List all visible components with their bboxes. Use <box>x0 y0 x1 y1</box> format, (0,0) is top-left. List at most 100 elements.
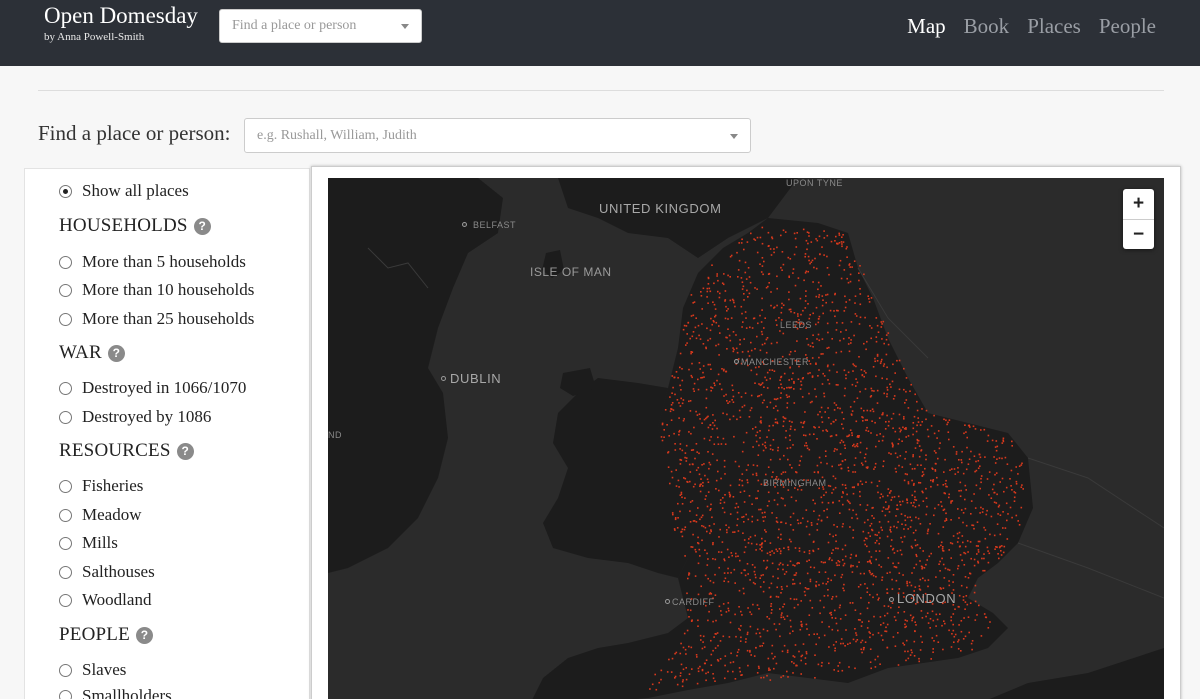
radio-button[interactable] <box>59 536 72 550</box>
radio-button[interactable] <box>59 593 72 607</box>
place-marker <box>766 630 769 632</box>
place-marker <box>886 572 889 574</box>
place-marker <box>910 584 913 587</box>
place-marker <box>869 535 871 537</box>
place-marker <box>800 313 802 316</box>
place-marker <box>762 574 764 576</box>
place-marker <box>826 322 829 325</box>
radio-button[interactable] <box>59 255 72 269</box>
place-marker <box>791 378 793 380</box>
filter-salthouses[interactable]: Salthouses <box>59 561 155 583</box>
section-households: HOUSEHOLDS ? <box>59 215 211 237</box>
filter-households-10[interactable]: More than 10 households <box>59 279 254 301</box>
place-marker <box>699 555 701 557</box>
place-marker <box>1013 500 1016 502</box>
place-marker <box>764 317 766 319</box>
place-marker <box>689 609 692 612</box>
filter-slaves[interactable]: Slaves <box>59 659 126 681</box>
place-marker <box>869 410 872 412</box>
place-marker <box>772 439 775 441</box>
place-marker <box>949 469 951 471</box>
place-marker <box>842 427 844 430</box>
place-marker <box>755 543 758 546</box>
nav-search-select[interactable]: Find a place or person <box>219 9 422 43</box>
place-marker <box>787 548 790 551</box>
map-canvas[interactable]: UPON TYNE UNITED KINGDOM BELFAST ISLE OF… <box>328 178 1164 699</box>
place-marker <box>713 523 715 525</box>
filter-show-all[interactable]: Show all places <box>59 180 189 202</box>
radio-button[interactable] <box>59 565 72 579</box>
place-marker <box>808 552 811 555</box>
place-marker <box>904 619 907 621</box>
filter-households-5[interactable]: More than 5 households <box>59 251 246 273</box>
place-marker <box>861 374 864 376</box>
place-marker <box>804 444 806 447</box>
nav-link-book[interactable]: Book <box>964 13 1010 39</box>
filter-meadow[interactable]: Meadow <box>59 504 141 526</box>
radio-button[interactable] <box>59 479 72 493</box>
place-marker <box>929 627 931 629</box>
radio-button[interactable] <box>59 381 72 395</box>
filter-destroyed-1066[interactable]: Destroyed in 1066/1070 <box>59 377 246 399</box>
place-marker <box>773 370 776 372</box>
radio-button[interactable] <box>59 663 72 677</box>
place-marker <box>942 648 944 651</box>
filter-fisheries[interactable]: Fisheries <box>59 475 143 497</box>
place-marker <box>912 504 914 507</box>
zoom-in-button[interactable]: + <box>1123 189 1154 219</box>
radio-button[interactable] <box>59 283 72 297</box>
radio-button[interactable] <box>59 689 72 699</box>
place-marker <box>892 412 895 415</box>
help-icon[interactable]: ? <box>135 626 153 644</box>
help-icon[interactable]: ? <box>176 442 194 460</box>
nav-link-people[interactable]: People <box>1099 13 1156 39</box>
place-marker <box>753 655 756 657</box>
filter-woodland[interactable]: Woodland <box>59 589 151 611</box>
place-marker <box>830 435 833 437</box>
place-marker <box>807 343 810 346</box>
place-marker <box>944 520 946 522</box>
filter-smallholders[interactable]: Smallholders <box>59 685 172 699</box>
place-marker <box>695 521 698 523</box>
place-marker <box>757 490 759 492</box>
brand[interactable]: Open Domesday by Anna Powell-Smith <box>44 2 198 43</box>
place-marker <box>835 351 838 354</box>
radio-button[interactable] <box>59 508 72 522</box>
place-marker <box>854 628 856 630</box>
find-select[interactable]: e.g. Rushall, William, Judith <box>244 118 751 153</box>
place-marker <box>915 624 917 626</box>
place-marker <box>773 398 776 400</box>
place-marker <box>724 677 726 680</box>
place-marker <box>867 519 869 521</box>
place-marker <box>747 607 749 609</box>
filter-destroyed-1086[interactable]: Destroyed by 1086 <box>59 406 211 428</box>
place-marker <box>735 347 738 350</box>
place-marker <box>967 577 970 579</box>
place-marker <box>838 661 841 664</box>
radio-button[interactable] <box>59 312 72 326</box>
zoom-out-button[interactable]: − <box>1123 219 1154 249</box>
place-marker <box>890 417 893 420</box>
place-marker <box>727 572 729 574</box>
radio-button[interactable] <box>59 184 72 198</box>
help-icon[interactable]: ? <box>193 217 211 235</box>
nav-link-map[interactable]: Map <box>907 13 946 39</box>
place-marker <box>844 645 846 647</box>
brand-title[interactable]: Open Domesday <box>44 2 198 30</box>
place-marker <box>835 547 837 550</box>
place-marker <box>851 266 853 268</box>
place-marker <box>809 566 812 568</box>
place-marker <box>916 438 919 441</box>
place-marker <box>915 516 917 519</box>
place-marker <box>764 511 766 514</box>
radio-button[interactable] <box>59 410 72 424</box>
place-marker <box>660 678 662 681</box>
help-icon[interactable]: ? <box>107 344 125 362</box>
filter-households-25[interactable]: More than 25 households <box>59 308 254 330</box>
nav-link-places[interactable]: Places <box>1027 13 1081 39</box>
filter-mills[interactable]: Mills <box>59 532 118 554</box>
place-marker <box>818 235 821 238</box>
place-marker <box>771 512 773 514</box>
place-marker <box>911 547 914 549</box>
place-marker <box>744 546 747 548</box>
